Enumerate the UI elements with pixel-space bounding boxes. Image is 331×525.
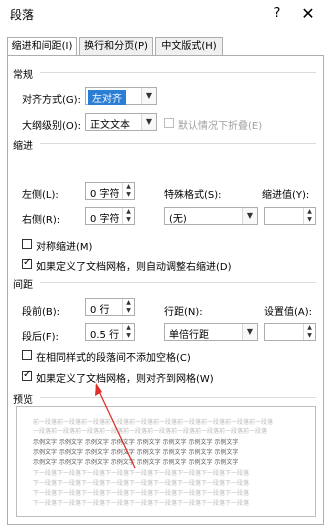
auto-adjust-indent-label: 如果定义了文档网格，则自动调整右缩进(D) xyxy=(36,262,232,273)
indent-by-label: 缩进值(Y): xyxy=(262,190,310,201)
outline-level-label: 大纲级别(O): xyxy=(22,121,82,132)
line-spacing-value: 单倍行距 xyxy=(169,330,209,341)
indent-section-label: 缩进 xyxy=(13,141,33,152)
chevron-down-icon[interactable]: ▼ xyxy=(141,88,156,104)
indent-left-value: 0 字符 xyxy=(90,189,120,200)
special-indent-value: (无) xyxy=(169,214,187,225)
spin-up-icon[interactable]: ▲ xyxy=(123,183,134,191)
help-button[interactable]: ? xyxy=(267,4,287,24)
auto-adjust-indent-checkbox[interactable] xyxy=(22,257,32,269)
outline-level-value: 正文文本 xyxy=(90,120,130,131)
preview-section-label: 预览 xyxy=(13,395,33,406)
chevron-down-icon[interactable]: ▼ xyxy=(242,324,257,340)
close-button[interactable]: ✕ xyxy=(298,4,318,24)
general-section-label: 常规 xyxy=(13,70,33,81)
snap-to-grid-checkbox[interactable] xyxy=(22,369,32,381)
preview-next-line: 下一段落下一段落下一段落下一段落下一段落下一段落下一段落下一段落下一段落 xyxy=(33,490,250,497)
spin-up-icon[interactable]: ▲ xyxy=(304,208,315,216)
snap-to-grid-label: 如果定义了文档网格，则对齐到网格(W) xyxy=(36,374,214,385)
preview-prev-line: 一段落前一段落前一段落前一段落前一段落前一段落前一段落前一段落前一段落前一段落 xyxy=(33,428,268,435)
collapse-default-checkbox[interactable] xyxy=(164,118,174,128)
mirror-indent-checkbox[interactable] xyxy=(22,239,32,249)
spacing-at-label: 设置值(A): xyxy=(264,307,313,318)
spin-down-icon[interactable]: ▼ xyxy=(123,191,134,199)
alignment-value: 左对齐 xyxy=(88,90,126,105)
line-spacing-select[interactable]: 单倍行距 ▼ xyxy=(164,323,258,341)
spin-down-icon[interactable]: ▼ xyxy=(123,307,134,315)
spacing-divider xyxy=(40,282,316,283)
preview-sample-line: 示例文字 示例文字 示例文字 示例文字 示例文字 示例文字 示例文字 示例文字 xyxy=(33,449,239,456)
spin-up-icon[interactable]: ▲ xyxy=(123,324,134,332)
tab-indent-spacing[interactable]: 缩进和间距(I) xyxy=(7,37,77,57)
tab-line-page-breaks[interactable]: 换行和分页(P) xyxy=(79,37,153,56)
space-before-value: 0 行 xyxy=(90,305,110,316)
spacing-at-spinner[interactable]: ▲ ▼ xyxy=(264,323,316,341)
spacing-section-label: 间距 xyxy=(13,280,33,291)
preview-sample-line: 示例文字 示例文字 示例文字 示例文字 示例文字 示例文字 示例文字 示例文字 xyxy=(33,459,239,466)
spin-down-icon[interactable]: ▼ xyxy=(123,216,134,224)
spin-down-icon[interactable]: ▼ xyxy=(304,216,315,224)
spin-up-icon[interactable]: ▲ xyxy=(123,299,134,307)
spin-down-icon[interactable]: ▼ xyxy=(123,332,134,340)
space-after-label: 段后(F): xyxy=(22,332,59,343)
preview-sample-line: 示例文字 示例文字 示例文字 示例文字 示例文字 示例文字 示例文字 示例文字 xyxy=(33,439,239,446)
line-spacing-label: 行距(N): xyxy=(164,307,203,318)
no-space-same-style-checkbox[interactable] xyxy=(22,350,32,360)
preview-next-line: 下一段落下一段落下一段落下一段落下一段落下一段落下一段落下一段落下一段落 xyxy=(33,480,250,487)
spin-up-icon[interactable]: ▲ xyxy=(304,324,315,332)
alignment-label: 对齐方式(G): xyxy=(22,95,81,106)
indent-left-spinner[interactable]: 0 字符 ▲ ▼ xyxy=(85,182,135,200)
chevron-down-icon[interactable]: ▼ xyxy=(242,208,257,224)
general-divider xyxy=(40,72,316,73)
preview-divider xyxy=(40,397,316,398)
indent-divider xyxy=(40,143,316,144)
spin-up-icon[interactable]: ▲ xyxy=(123,208,134,216)
preview-prev-line: 前一段落前一段落前一段落前一段落前一段落前一段落前一段落前一段落前一段落前一段落 xyxy=(33,419,274,426)
indent-left-label: 左侧(L): xyxy=(22,190,59,201)
title-bar: 段落 ? ✕ xyxy=(0,0,331,28)
tab-asian-typography[interactable]: 中文版式(H) xyxy=(155,37,223,56)
dialog-title: 段落 xyxy=(10,8,35,22)
preview-next-line: 下一段落下一段落下一段落下一段落下一段落下一段落下一段落下一段落下一段落 xyxy=(33,500,250,507)
special-indent-label: 特殊格式(S): xyxy=(164,190,222,201)
preview-pane: 前一段落前一段落前一段落前一段落前一段落前一段落前一段落前一段落前一段落前一段落… xyxy=(16,406,316,517)
special-indent-select[interactable]: (无) ▼ xyxy=(164,207,258,225)
spin-down-icon[interactable]: ▼ xyxy=(304,332,315,340)
mirror-indent-label: 对称缩进(M) xyxy=(36,242,93,253)
indent-right-label: 右侧(R): xyxy=(22,215,61,226)
alignment-select[interactable]: 左对齐 ▼ xyxy=(85,87,157,105)
space-after-value: 0.5 行 xyxy=(90,330,120,341)
collapse-default-label: 默认情况下折叠(E) xyxy=(178,121,263,132)
paragraph-dialog: 段落 ? ✕ 缩进和间距(I) 换行和分页(P) 中文版式(H) 常规 对齐方式… xyxy=(0,0,331,525)
indent-by-spinner[interactable]: ▲ ▼ xyxy=(264,207,316,225)
no-space-same-style-label: 在相同样式的段落间不添加空格(C) xyxy=(36,353,191,364)
space-before-spinner[interactable]: 0 行 ▲ ▼ xyxy=(85,298,135,316)
indent-right-value: 0 字符 xyxy=(90,214,120,225)
space-after-spinner[interactable]: 0.5 行 ▲ ▼ xyxy=(85,323,135,341)
preview-next-line: 下一段落下一段落下一段落下一段落下一段落下一段落下一段落下一段落下一段落 xyxy=(33,470,250,477)
indent-right-spinner[interactable]: 0 字符 ▲ ▼ xyxy=(85,207,135,225)
outline-level-select[interactable]: 正文文本 ▼ xyxy=(85,113,157,131)
chevron-down-icon[interactable]: ▼ xyxy=(141,114,156,130)
space-before-label: 段前(B): xyxy=(22,307,61,318)
